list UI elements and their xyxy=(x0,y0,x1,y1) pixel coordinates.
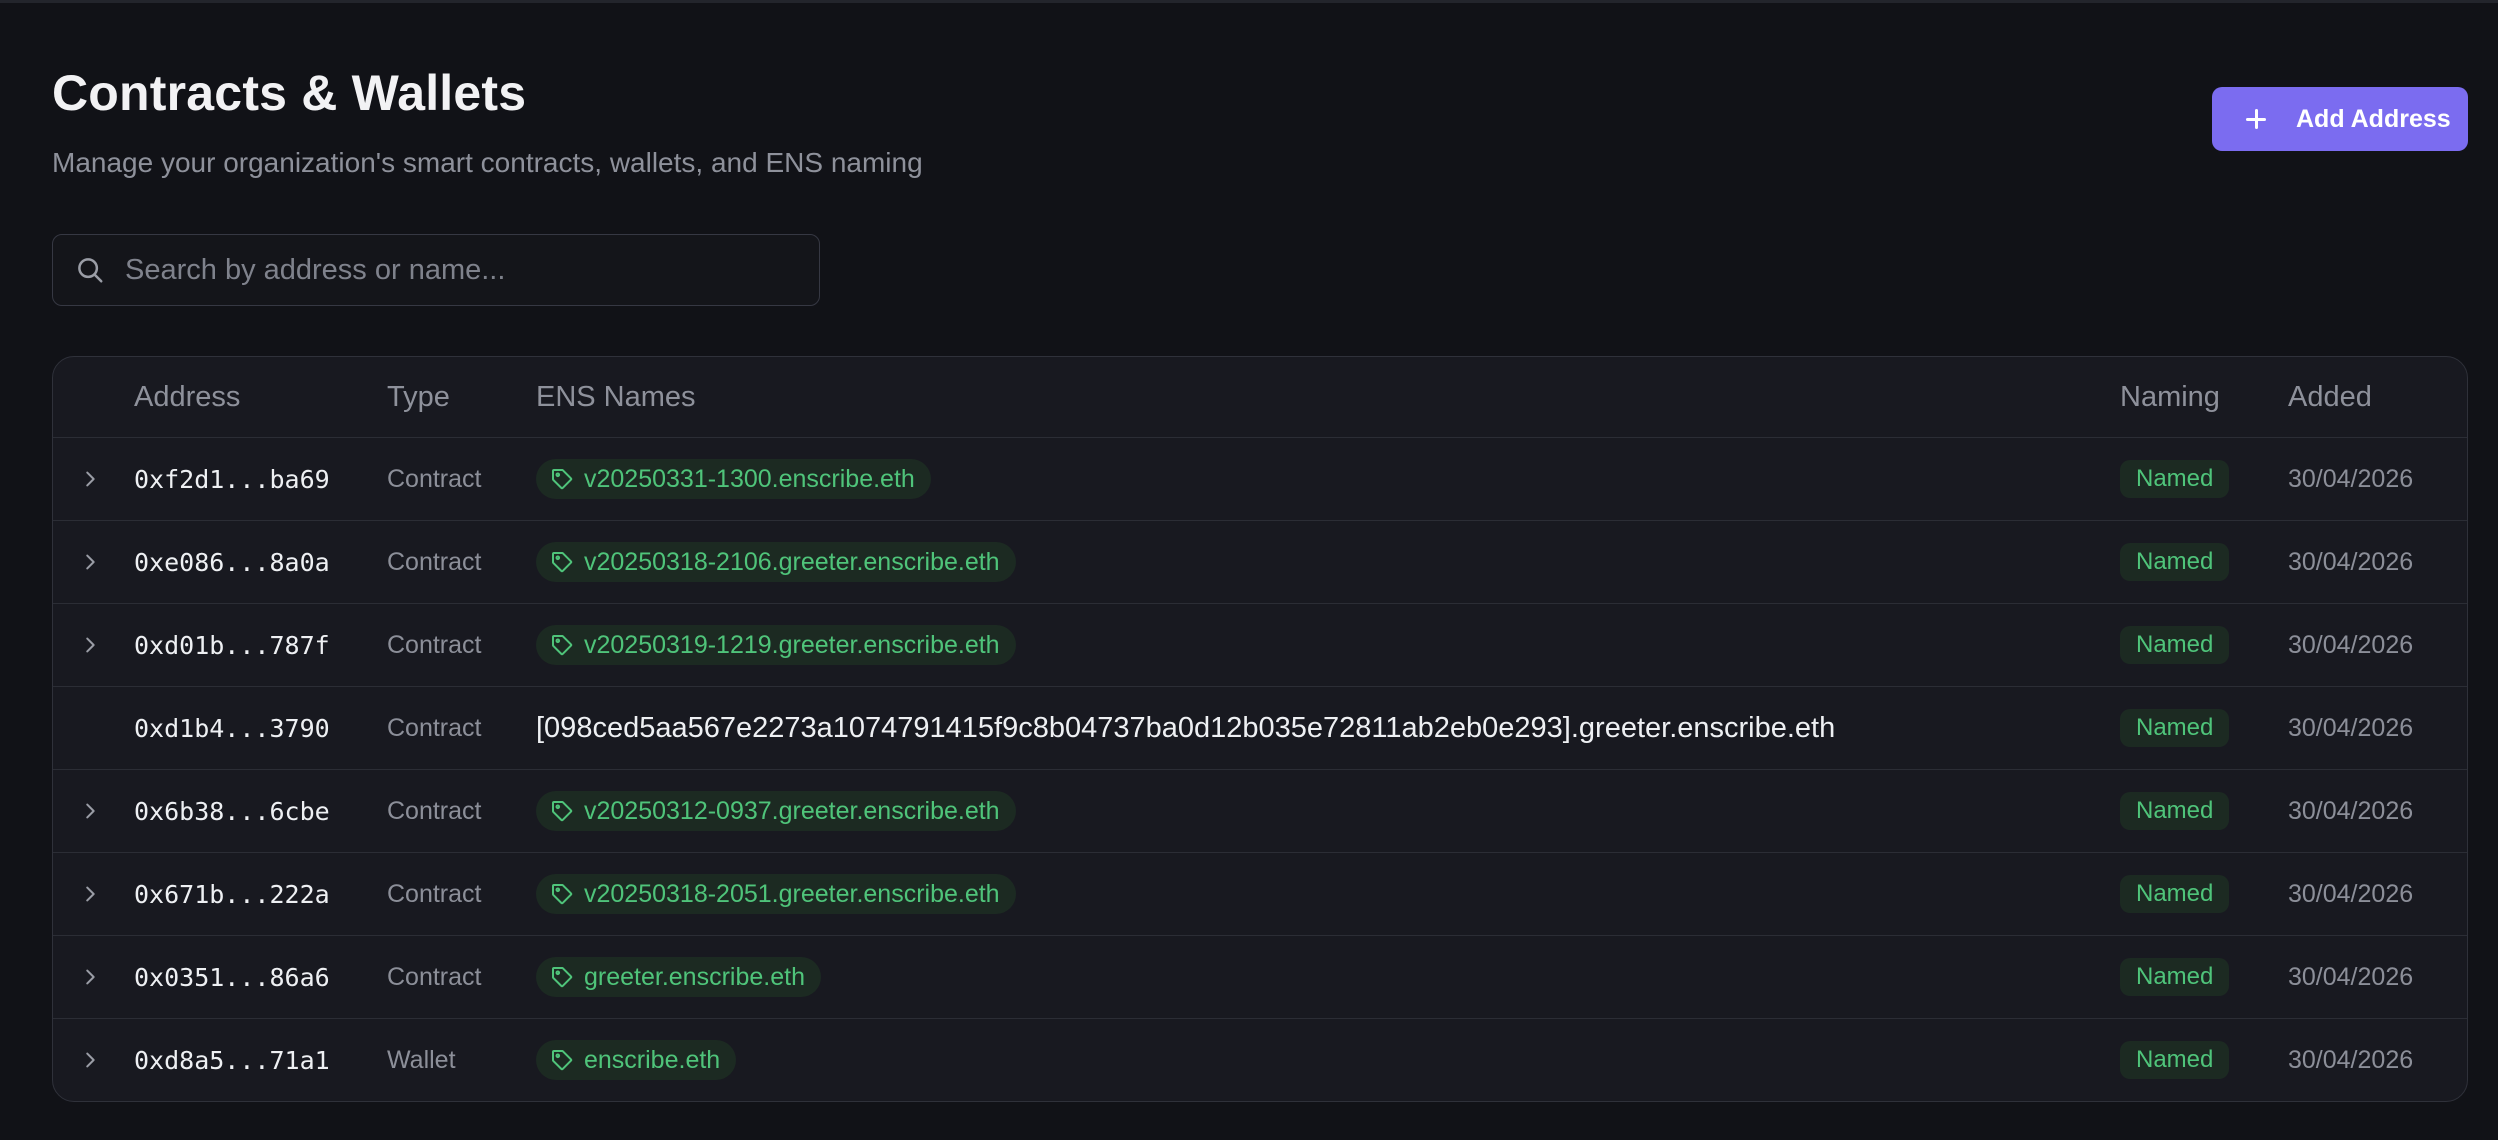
ens-name-label: v20250319-1219.greeter.enscribe.eth xyxy=(584,630,1000,659)
tag-icon xyxy=(552,469,573,490)
ens-name-label: v20250318-2051.greeter.enscribe.eth xyxy=(584,879,1000,908)
status-badge: Named xyxy=(2120,460,2230,498)
table-header: Address Type ENS Names Naming Added xyxy=(53,357,2467,438)
tag-icon xyxy=(552,552,573,573)
ens-name-tag[interactable]: v20250318-2106.greeter.enscribe.eth xyxy=(536,542,1016,582)
add-address-label: Add Address xyxy=(2296,104,2451,133)
address-value[interactable]: 0x6b38...6cbe xyxy=(134,797,330,826)
ens-name-label: v20250318-2106.greeter.enscribe.eth xyxy=(584,547,1000,576)
expand-row-button[interactable] xyxy=(75,936,105,1018)
tag-icon xyxy=(552,635,573,656)
type-value: Contract xyxy=(387,547,482,576)
address-value[interactable]: 0xe086...8a0a xyxy=(134,548,330,577)
added-date: 30/04/2026 xyxy=(2288,713,2414,742)
ens-name-tag[interactable]: enscribe.eth xyxy=(536,1040,737,1080)
search-icon xyxy=(78,258,103,283)
column-header-naming[interactable]: Naming xyxy=(2120,357,2220,437)
status-badge: Named xyxy=(2120,1041,2230,1079)
ens-name-label: v20250331-1300.enscribe.eth xyxy=(584,464,915,493)
ens-name-label: v20250312-0937.greeter.enscribe.eth xyxy=(584,796,1000,825)
search-box xyxy=(52,234,820,306)
address-value[interactable]: 0xf2d1...ba69 xyxy=(134,465,330,494)
type-value: Contract xyxy=(387,879,482,908)
added-date: 30/04/2026 xyxy=(2288,630,2414,659)
chevron-right-icon xyxy=(79,551,101,573)
added-date: 30/04/2026 xyxy=(2288,464,2414,493)
page-subtitle: Manage your organization's smart contrac… xyxy=(52,147,923,178)
added-date: 30/04/2026 xyxy=(2288,879,2414,908)
table-row[interactable]: 0xd8a5...71a1 Wallet enscribe.eth Named 30/0… xyxy=(53,1019,2467,1101)
tag-icon xyxy=(552,1050,573,1071)
column-header-ens[interactable]: ENS Names xyxy=(536,357,696,437)
type-value: Contract xyxy=(387,464,482,493)
expand-row-button[interactable] xyxy=(75,521,105,603)
column-header-added[interactable]: Added xyxy=(2288,357,2372,437)
table-row[interactable]: 0x671b...222a Contract v20250318-2051.gree… xyxy=(53,853,2467,936)
ens-name-tag[interactable]: v20250312-0937.greeter.enscribe.eth xyxy=(536,791,1016,831)
type-value: Wallet xyxy=(387,1045,456,1074)
expand-row-button[interactable] xyxy=(75,853,105,935)
ens-name-tag[interactable]: greeter.enscribe.eth xyxy=(536,957,821,997)
chevron-right-icon xyxy=(79,966,101,988)
expand-row-button[interactable] xyxy=(75,770,105,852)
address-value[interactable]: 0x671b...222a xyxy=(134,880,330,909)
added-date: 30/04/2026 xyxy=(2288,547,2414,576)
ens-name-tag[interactable]: v20250331-1300.enscribe.eth xyxy=(536,459,931,499)
tag-icon xyxy=(552,801,573,822)
ens-name-tag[interactable]: v20250319-1219.greeter.enscribe.eth xyxy=(536,625,1016,665)
addresses-table: Address Type ENS Names Naming Added 0xf2… xyxy=(52,356,2468,1102)
address-value[interactable]: 0xd1b4...3790 xyxy=(134,714,330,743)
table-row[interactable]: 0xe086...8a0a Contract v20250318-2106.gree… xyxy=(53,521,2467,604)
expand-row-button[interactable] xyxy=(75,1019,105,1101)
page-title: Contracts & Wallets xyxy=(52,65,527,121)
chevron-right-icon xyxy=(79,800,101,822)
added-date: 30/04/2026 xyxy=(2288,962,2414,991)
table-row[interactable]: 0x6b38...6cbe Contract v20250312-0937.gree… xyxy=(53,770,2467,853)
ens-name-tag[interactable]: v20250318-2051.greeter.enscribe.eth xyxy=(536,874,1016,914)
expand-row-button[interactable] xyxy=(75,604,105,686)
table-row[interactable]: 0xd01b...787f Contract v20250319-1219.gree… xyxy=(53,604,2467,687)
add-address-button[interactable]: Add Address xyxy=(2212,87,2468,151)
status-badge: Named xyxy=(2120,792,2230,830)
type-value: Contract xyxy=(387,962,482,991)
plus-icon xyxy=(2242,105,2270,133)
tag-icon xyxy=(552,967,573,988)
chevron-right-icon xyxy=(79,634,101,656)
type-value: Contract xyxy=(387,630,482,659)
table-row[interactable]: 0x0351...86a6 Contract greeter.enscribe.et… xyxy=(53,936,2467,1019)
status-badge: Named xyxy=(2120,958,2230,996)
chevron-right-icon xyxy=(79,883,101,905)
ens-name-text: [098ced5aa567e2273a1074791415f9c8b04737b… xyxy=(536,711,1836,744)
added-date: 30/04/2026 xyxy=(2288,1045,2414,1074)
status-badge: Named xyxy=(2120,626,2230,664)
column-header-address[interactable]: Address xyxy=(134,357,240,437)
expand-row-button[interactable] xyxy=(75,438,105,520)
added-date: 30/04/2026 xyxy=(2288,796,2414,825)
table-row[interactable]: 0xf2d1...ba69 Contract v20250331-1300.ensc… xyxy=(53,438,2467,521)
tag-icon xyxy=(552,884,573,905)
chevron-right-icon xyxy=(79,1049,101,1071)
address-value[interactable]: 0xd8a5...71a1 xyxy=(134,1046,330,1075)
ens-name-label: enscribe.eth xyxy=(584,1045,721,1074)
ens-name-label: greeter.enscribe.eth xyxy=(584,962,805,991)
type-value: Contract xyxy=(387,796,482,825)
address-value[interactable]: 0xd01b...787f xyxy=(134,631,330,660)
status-badge: Named xyxy=(2120,543,2230,581)
status-badge: Named xyxy=(2120,875,2230,913)
column-header-type[interactable]: Type xyxy=(387,357,450,437)
table-body: 0xf2d1...ba69 Contract v20250331-1300.ensc… xyxy=(53,438,2467,1101)
status-badge: Named xyxy=(2120,709,2230,747)
type-value: Contract xyxy=(387,713,482,742)
address-value[interactable]: 0x0351...86a6 xyxy=(134,963,330,992)
chevron-right-icon xyxy=(79,468,101,490)
search-input[interactable] xyxy=(123,252,819,288)
top-border xyxy=(0,0,2498,3)
table-row[interactable]: 0xd1b4...3790 Contract [098ced5aa567e2273a… xyxy=(53,687,2467,770)
